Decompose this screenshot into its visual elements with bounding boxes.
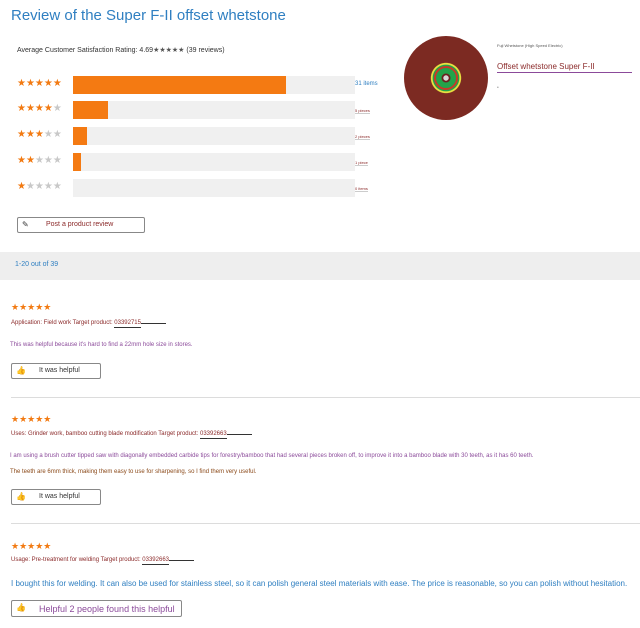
rating-bar — [73, 101, 355, 119]
average-rating: Average Customer Satisfaction Rating: 4.… — [17, 46, 225, 54]
review-divider — [11, 397, 640, 398]
review-text: The teeth are 6mm thick, making them eas… — [10, 469, 257, 475]
rating-row-3[interactable]: ★★★★★ 2 pieces — [17, 127, 377, 145]
product-name-link[interactable]: Offset whetstone Super F-II — [497, 62, 595, 71]
rating-bar-fill — [73, 127, 87, 145]
pagination-bar: 1-20 out of 39 — [0, 252, 640, 280]
rating-stars: ★★★★★ — [17, 181, 62, 192]
review-meta-text: Uses: Grinder work, bamboo cutting blade… — [11, 431, 200, 437]
product-category: Fuji Whetstone (High Speed Electric) — [497, 43, 563, 48]
review-text: I bought this for welding. It can also b… — [11, 579, 628, 588]
product-name-underline — [497, 72, 632, 73]
review-count: (39 reviews) — [186, 47, 225, 54]
review-stars: ★★★★★ — [11, 414, 52, 424]
thumbs-up-icon: 👍 — [16, 492, 26, 501]
target-product-link[interactable]: 03392663 — [142, 557, 169, 565]
rating-stars: ★★★★★ — [17, 155, 62, 166]
review-stars: ★★★★★ — [11, 302, 52, 312]
review-meta: Usage: Pre-treatment for welding Target … — [11, 557, 194, 565]
review-meta-text: Usage: Pre-treatment for welding Target … — [11, 557, 143, 563]
review-stars: ★★★★★ — [11, 541, 52, 551]
rating-count[interactable]: 2 pieces — [355, 134, 370, 140]
rating-bar-fill — [73, 76, 287, 94]
average-stars: ★★★★★ — [153, 47, 185, 54]
helpful-label: It was helpful — [39, 367, 80, 374]
review-divider — [11, 523, 640, 524]
rating-stars: ★★★★★ — [17, 78, 62, 89]
rating-stars: ★★★★★ — [17, 129, 62, 140]
target-product-link[interactable]: 03392715 — [114, 320, 141, 328]
rating-bar-fill — [73, 101, 108, 119]
product-image[interactable] — [404, 36, 488, 120]
rating-count[interactable]: 31 items — [355, 81, 378, 87]
rating-row-1[interactable]: ★★★★★ 0 items — [17, 179, 377, 197]
helpful-button[interactable]: 👍 It was helpful — [11, 489, 101, 505]
rating-row-2[interactable]: ★★★★★ 1 piece — [17, 153, 377, 171]
rating-row-4[interactable]: ★★★★★ 5 pieces — [17, 101, 377, 119]
post-review-button[interactable]: ✎ Post a product review — [17, 217, 145, 233]
pencil-icon: ✎ — [22, 220, 29, 229]
product-image-ring — [434, 66, 458, 90]
helpful-button[interactable]: 👍 Helpful 2 people found this helpful — [11, 600, 182, 617]
product-bullet: • — [497, 85, 499, 91]
product-link-underline — [226, 434, 252, 435]
review-meta: Application: Field work Target product: … — [11, 320, 166, 328]
helpful-button[interactable]: 👍 It was helpful — [11, 363, 101, 379]
rating-row-5[interactable]: ★★★★★ 31 items — [17, 76, 378, 94]
post-review-label: Post a product review — [46, 221, 114, 228]
review-text: This was helpful because it's hard to fi… — [10, 342, 193, 348]
product-link-underline — [140, 323, 166, 324]
review-meta: Uses: Grinder work, bamboo cutting blade… — [11, 431, 252, 439]
rating-bar — [73, 76, 355, 94]
thumbs-up-icon: 👍 — [16, 366, 26, 375]
review-meta-text: Application: Field work Target product: — [11, 320, 115, 326]
rating-bar-fill — [73, 153, 81, 171]
page-title: Review of the Super F-II offset whetston… — [11, 7, 286, 24]
helpful-label: Helpful 2 people found this helpful — [39, 604, 175, 614]
rating-bar — [73, 127, 355, 145]
rating-count[interactable]: 5 pieces — [355, 108, 370, 114]
rating-bar — [73, 179, 355, 197]
target-product-link[interactable]: 03392663 — [200, 431, 227, 439]
average-rating-label: Average Customer Satisfaction Rating: 4.… — [17, 47, 154, 54]
thumbs-up-icon: 👍 — [16, 603, 26, 612]
pagination-label: 1-20 out of 39 — [15, 261, 59, 268]
rating-count[interactable]: 0 items — [355, 186, 368, 192]
helpful-label: It was helpful — [39, 493, 80, 500]
product-link-underline — [169, 560, 194, 561]
rating-bar — [73, 153, 355, 171]
review-text: I am using a brush cutter tipped saw wit… — [10, 453, 534, 459]
rating-stars: ★★★★★ — [17, 103, 62, 114]
rating-count[interactable]: 1 piece — [355, 160, 368, 166]
